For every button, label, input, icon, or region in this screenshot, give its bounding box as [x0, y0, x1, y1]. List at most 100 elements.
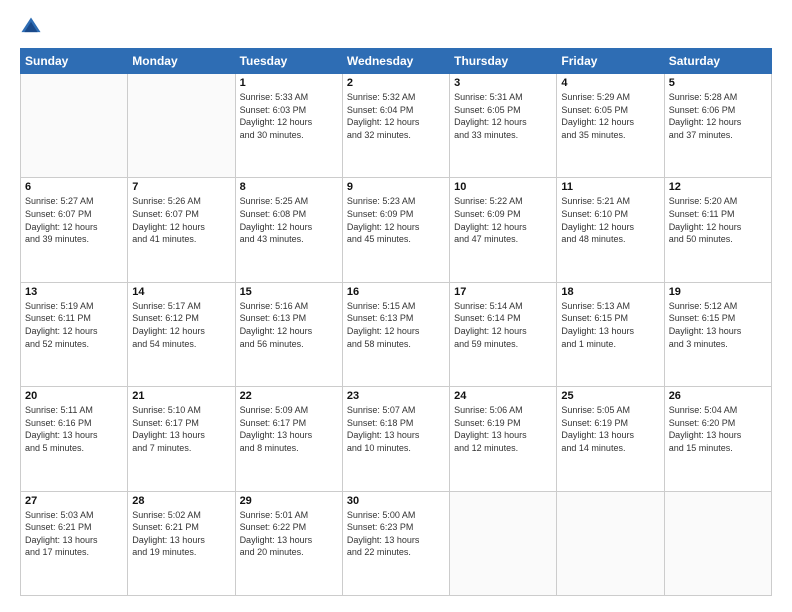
day-number: 10: [454, 181, 552, 193]
calendar-cell: 7 Sunrise: 5:26 AM Sunset: 6:07 PM Daylig…: [128, 178, 235, 282]
day-info: Sunrise: 5:27 AM Sunset: 6:07 PM Dayligh…: [25, 195, 123, 245]
day-number: 11: [561, 181, 659, 193]
calendar-cell: 1Sunrise: 5:33 AM Sunset: 6:03 PM Daylig…: [235, 74, 342, 178]
calendar-cell: 3Sunrise: 5:31 AM Sunset: 6:05 PM Daylig…: [450, 74, 557, 178]
calendar-cell: [128, 74, 235, 178]
calendar-cell: 14 Sunrise: 5:17 AM Sunset: 6:12 PM Dayli…: [128, 282, 235, 386]
calendar-cell: 27 Sunrise: 5:03 AM Sunset: 6:21 PM Dayli…: [21, 491, 128, 595]
day-number: 6: [25, 181, 123, 193]
day-number: 9: [347, 181, 445, 193]
day-info: Sunrise: 5:21 AM Sunset: 6:10 PM Dayligh…: [561, 195, 659, 245]
day-number: 8: [240, 181, 338, 193]
calendar-cell: 6 Sunrise: 5:27 AM Sunset: 6:07 PM Daylig…: [21, 178, 128, 282]
calendar-cell: 23 Sunrise: 5:07 AM Sunset: 6:18 PM Dayli…: [342, 387, 449, 491]
day-number: 7: [132, 181, 230, 193]
day-info: Sunrise: 5:06 AM Sunset: 6:19 PM Dayligh…: [454, 404, 552, 454]
calendar-table: SundayMondayTuesdayWednesdayThursdayFrid…: [20, 48, 772, 596]
calendar-cell: 22Sunrise: 5:09 AM Sunset: 6:17 PM Dayli…: [235, 387, 342, 491]
calendar-week-4: 27 Sunrise: 5:03 AM Sunset: 6:21 PM Dayli…: [21, 491, 772, 595]
calendar-week-3: 20 Sunrise: 5:11 AM Sunset: 6:16 PM Dayli…: [21, 387, 772, 491]
day-info: Sunrise: 5:20 AM Sunset: 6:11 PM Dayligh…: [669, 195, 767, 245]
day-number: 5: [669, 77, 767, 89]
day-info: Sunrise: 5:11 AM Sunset: 6:16 PM Dayligh…: [25, 404, 123, 454]
day-info: Sunrise: 5:32 AM Sunset: 6:04 PM Dayligh…: [347, 91, 445, 141]
calendar-cell: 10 Sunrise: 5:22 AM Sunset: 6:09 PM Dayli…: [450, 178, 557, 282]
calendar-cell: 4 Sunrise: 5:29 AM Sunset: 6:05 PM Daylig…: [557, 74, 664, 178]
day-number: 17: [454, 286, 552, 298]
day-number: 21: [132, 390, 230, 402]
calendar-cell: 8 Sunrise: 5:25 AM Sunset: 6:08 PM Daylig…: [235, 178, 342, 282]
day-info: Sunrise: 5:25 AM Sunset: 6:08 PM Dayligh…: [240, 195, 338, 245]
weekday-header-thursday: Thursday: [450, 49, 557, 74]
day-number: 14: [132, 286, 230, 298]
weekday-header-friday: Friday: [557, 49, 664, 74]
day-number: 15: [240, 286, 338, 298]
day-info: Sunrise: 5:19 AM Sunset: 6:11 PM Dayligh…: [25, 300, 123, 350]
day-number: 2: [347, 77, 445, 89]
weekday-header-monday: Monday: [128, 49, 235, 74]
calendar-cell: 12 Sunrise: 5:20 AM Sunset: 6:11 PM Dayli…: [664, 178, 771, 282]
calendar-cell: 20 Sunrise: 5:11 AM Sunset: 6:16 PM Dayli…: [21, 387, 128, 491]
day-number: 26: [669, 390, 767, 402]
day-number: 24: [454, 390, 552, 402]
day-number: 27: [25, 495, 123, 507]
calendar-cell: 29 Sunrise: 5:01 AM Sunset: 6:22 PM Dayli…: [235, 491, 342, 595]
weekday-header-saturday: Saturday: [664, 49, 771, 74]
day-info: Sunrise: 5:14 AM Sunset: 6:14 PM Dayligh…: [454, 300, 552, 350]
calendar-cell: 18 Sunrise: 5:13 AM Sunset: 6:15 PM Dayli…: [557, 282, 664, 386]
day-number: 29: [240, 495, 338, 507]
calendar-week-1: 6 Sunrise: 5:27 AM Sunset: 6:07 PM Daylig…: [21, 178, 772, 282]
calendar-cell: 28 Sunrise: 5:02 AM Sunset: 6:21 PM Dayli…: [128, 491, 235, 595]
calendar-cell: 17 Sunrise: 5:14 AM Sunset: 6:14 PM Dayli…: [450, 282, 557, 386]
day-info: Sunrise: 5:07 AM Sunset: 6:18 PM Dayligh…: [347, 404, 445, 454]
day-number: 23: [347, 390, 445, 402]
calendar-cell: 9 Sunrise: 5:23 AM Sunset: 6:09 PM Daylig…: [342, 178, 449, 282]
day-info: Sunrise: 5:05 AM Sunset: 6:19 PM Dayligh…: [561, 404, 659, 454]
calendar-cell: 30Sunrise: 5:00 AM Sunset: 6:23 PM Dayli…: [342, 491, 449, 595]
day-number: 20: [25, 390, 123, 402]
logo: [20, 16, 46, 38]
day-info: Sunrise: 5:15 AM Sunset: 6:13 PM Dayligh…: [347, 300, 445, 350]
calendar-cell: 21 Sunrise: 5:10 AM Sunset: 6:17 PM Dayli…: [128, 387, 235, 491]
day-info: Sunrise: 5:29 AM Sunset: 6:05 PM Dayligh…: [561, 91, 659, 141]
calendar-cell: [557, 491, 664, 595]
calendar-cell: [450, 491, 557, 595]
day-number: 18: [561, 286, 659, 298]
calendar-cell: 16 Sunrise: 5:15 AM Sunset: 6:13 PM Dayli…: [342, 282, 449, 386]
day-info: Sunrise: 5:10 AM Sunset: 6:17 PM Dayligh…: [132, 404, 230, 454]
day-number: 30: [347, 495, 445, 507]
weekday-header-sunday: Sunday: [21, 49, 128, 74]
calendar-cell: 13Sunrise: 5:19 AM Sunset: 6:11 PM Dayli…: [21, 282, 128, 386]
day-number: 3: [454, 77, 552, 89]
day-number: 12: [669, 181, 767, 193]
day-info: Sunrise: 5:04 AM Sunset: 6:20 PM Dayligh…: [669, 404, 767, 454]
day-info: Sunrise: 5:01 AM Sunset: 6:22 PM Dayligh…: [240, 509, 338, 559]
weekday-row: SundayMondayTuesdayWednesdayThursdayFrid…: [21, 49, 772, 74]
calendar-cell: 24 Sunrise: 5:06 AM Sunset: 6:19 PM Dayli…: [450, 387, 557, 491]
calendar-week-0: 1Sunrise: 5:33 AM Sunset: 6:03 PM Daylig…: [21, 74, 772, 178]
day-number: 16: [347, 286, 445, 298]
day-info: Sunrise: 5:26 AM Sunset: 6:07 PM Dayligh…: [132, 195, 230, 245]
day-info: Sunrise: 5:28 AM Sunset: 6:06 PM Dayligh…: [669, 91, 767, 141]
day-number: 25: [561, 390, 659, 402]
calendar-cell: 2 Sunrise: 5:32 AM Sunset: 6:04 PM Daylig…: [342, 74, 449, 178]
day-info: Sunrise: 5:23 AM Sunset: 6:09 PM Dayligh…: [347, 195, 445, 245]
day-info: Sunrise: 5:17 AM Sunset: 6:12 PM Dayligh…: [132, 300, 230, 350]
calendar-cell: 5 Sunrise: 5:28 AM Sunset: 6:06 PM Daylig…: [664, 74, 771, 178]
day-number: 28: [132, 495, 230, 507]
day-info: Sunrise: 5:16 AM Sunset: 6:13 PM Dayligh…: [240, 300, 338, 350]
calendar-cell: 26 Sunrise: 5:04 AM Sunset: 6:20 PM Dayli…: [664, 387, 771, 491]
calendar-week-2: 13Sunrise: 5:19 AM Sunset: 6:11 PM Dayli…: [21, 282, 772, 386]
day-info: Sunrise: 5:09 AM Sunset: 6:17 PM Dayligh…: [240, 404, 338, 454]
day-info: Sunrise: 5:02 AM Sunset: 6:21 PM Dayligh…: [132, 509, 230, 559]
day-info: Sunrise: 5:12 AM Sunset: 6:15 PM Dayligh…: [669, 300, 767, 350]
day-info: Sunrise: 5:22 AM Sunset: 6:09 PM Dayligh…: [454, 195, 552, 245]
day-info: Sunrise: 5:03 AM Sunset: 6:21 PM Dayligh…: [25, 509, 123, 559]
calendar-cell: [664, 491, 771, 595]
calendar-cell: [21, 74, 128, 178]
calendar-header: SundayMondayTuesdayWednesdayThursdayFrid…: [21, 49, 772, 74]
header: [20, 16, 772, 38]
day-info: Sunrise: 5:13 AM Sunset: 6:15 PM Dayligh…: [561, 300, 659, 350]
calendar-body: 1Sunrise: 5:33 AM Sunset: 6:03 PM Daylig…: [21, 74, 772, 596]
day-number: 4: [561, 77, 659, 89]
